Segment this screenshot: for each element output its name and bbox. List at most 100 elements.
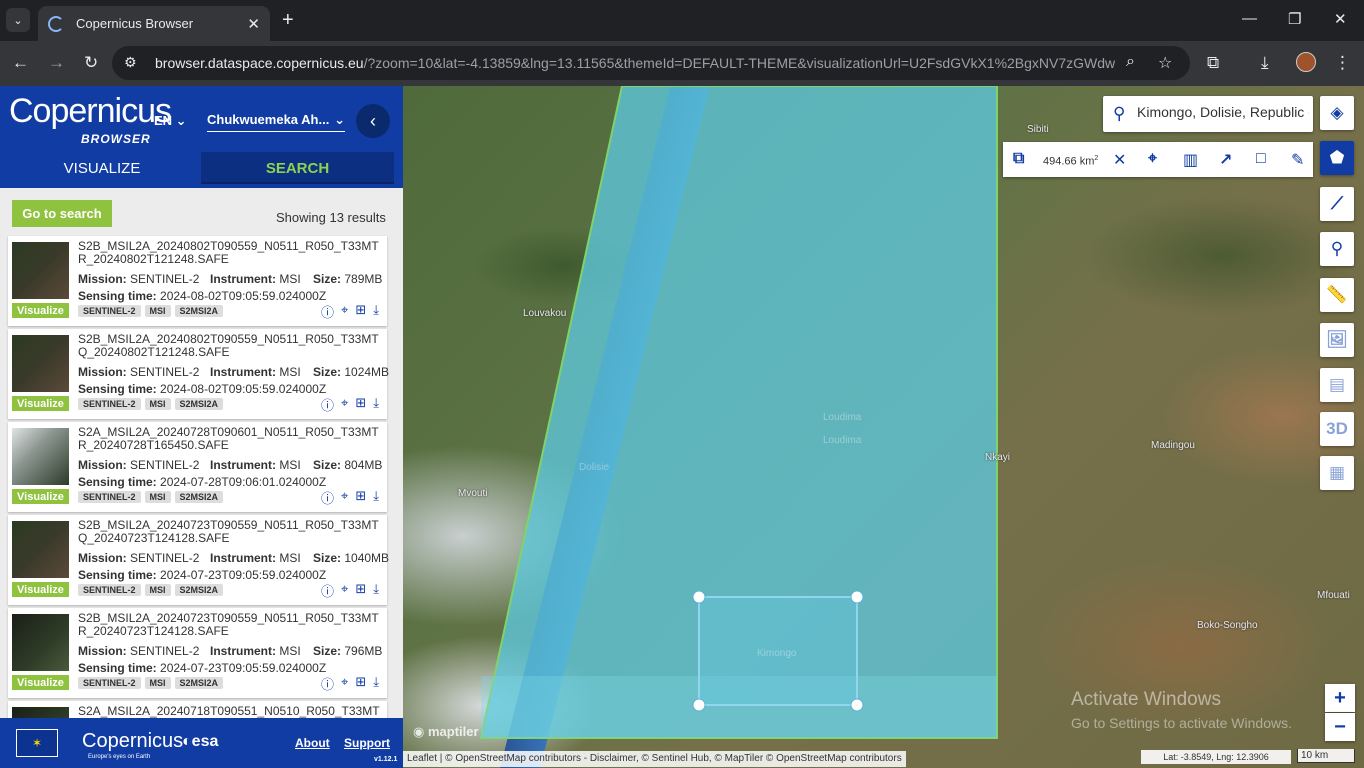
info-icon[interactable]: ⓘ — [321, 674, 334, 693]
user-menu[interactable]: Chukwuemeka Ah... ⌄ — [207, 112, 345, 132]
download-product-icon[interactable]: ⤓ — [373, 674, 379, 693]
extensions-icon[interactable]: ⧉ — [1207, 53, 1219, 73]
result-thumbnail[interactable] — [12, 614, 69, 671]
support-link[interactable]: Support — [344, 736, 390, 750]
result-thumbnail[interactable] — [12, 707, 69, 718]
site-info-icon[interactable]: ⚙ — [124, 54, 142, 72]
info-icon[interactable]: ⓘ — [321, 581, 334, 600]
result-tags: SENTINEL-2 MSI S2MSI2A — [78, 305, 224, 317]
poi-marker-icon[interactable]: ⚲ — [1320, 232, 1354, 266]
zoom-to-tile-icon[interactable]: ⌖ — [341, 674, 348, 693]
download-product-icon[interactable]: ⤓ — [373, 302, 379, 321]
add-to-workspace-icon[interactable]: ⊞ — [355, 302, 366, 321]
zoom-to-tile-icon[interactable]: ⌖ — [341, 488, 348, 507]
zoom-out-button[interactable]: − — [1325, 713, 1355, 741]
location-search-input[interactable] — [1137, 104, 1309, 120]
result-actions: ⓘ ⌖ ⊞ ⤓ — [321, 395, 379, 414]
visualize-button[interactable]: Visualize — [12, 582, 69, 597]
close-tab-icon[interactable]: ✕ — [247, 15, 260, 33]
zoom-to-tile-icon[interactable]: ⌖ — [341, 302, 348, 321]
new-tab-button[interactable]: + — [282, 9, 294, 31]
result-meta: Size: 1024MB — [313, 365, 390, 379]
menu-icon[interactable]: ⋮ — [1334, 53, 1351, 73]
edit-pencil-icon[interactable]: ✎ — [1291, 150, 1304, 170]
map-label: Loudima — [823, 412, 862, 423]
result-card[interactable]: S2A_MSIL2A_20240728T090601_N0511_R050_T3… — [8, 422, 387, 512]
info-icon[interactable]: ⓘ — [321, 395, 334, 414]
download-product-icon[interactable]: ⤓ — [373, 488, 379, 507]
tab-search-button[interactable]: ⌄ — [6, 8, 30, 32]
close-window-icon[interactable]: ✕ — [1334, 10, 1347, 28]
language-select[interactable]: EN ⌄ — [154, 113, 187, 129]
zoom-icon[interactable]: ⌕ — [1126, 53, 1135, 71]
result-meta: Instrument: MSI — [210, 365, 301, 379]
timelapse-icon[interactable]: ▤ — [1320, 368, 1354, 402]
browser-tab[interactable]: Copernicus Browser ✕ — [38, 6, 270, 41]
add-to-workspace-icon[interactable]: ⊞ — [355, 581, 366, 600]
zoom-to-tile-icon[interactable]: ⌖ — [341, 395, 348, 414]
copy-icon[interactable]: ⧉ — [1013, 150, 1024, 168]
visualize-button[interactable]: Visualize — [12, 303, 69, 318]
histogram-icon[interactable]: ▦ — [1320, 456, 1354, 490]
result-card[interactable]: S2B_MSIL2A_20240802T090559_N0511_R050_T3… — [8, 236, 387, 326]
clear-aoi-icon[interactable]: ✕ — [1113, 150, 1126, 170]
visualize-button[interactable]: Visualize — [12, 675, 69, 690]
profile-avatar[interactable] — [1296, 52, 1316, 72]
zoom-to-tile-icon[interactable]: ⌖ — [341, 581, 348, 600]
map-label: Madingou — [1151, 440, 1195, 451]
layers-icon[interactable]: ◈ — [1320, 96, 1354, 130]
download-product-icon[interactable]: ⤓ — [373, 395, 379, 414]
reload-icon[interactable]: ↻ — [84, 53, 98, 73]
info-icon[interactable]: ⓘ — [321, 488, 334, 507]
url-text[interactable]: browser.dataspace.copernicus.eu/?zoom=10… — [155, 55, 1115, 71]
minimize-icon[interactable]: — — [1242, 10, 1257, 27]
ruler-icon[interactable]: 📏 — [1320, 278, 1354, 312]
back-icon[interactable]: ← — [12, 53, 29, 73]
download-icon[interactable]: ⤓ — [1261, 53, 1269, 73]
about-link[interactable]: About — [295, 736, 330, 750]
info-icon[interactable]: ⓘ — [321, 302, 334, 321]
result-thumbnail[interactable] — [12, 521, 69, 578]
result-thumbnail[interactable] — [12, 242, 69, 299]
result-tag: S2MSI2A — [174, 677, 224, 689]
polygon-aoi-icon[interactable]: ⬟ — [1320, 141, 1354, 175]
visualize-button[interactable]: Visualize — [12, 489, 69, 504]
browser-tab-bar: ⌄ Copernicus Browser ✕ + — ❐ ✕ — [0, 0, 1364, 41]
result-card[interactable]: S2B_MSIL2A_20240802T090559_N0511_R050_T3… — [8, 329, 390, 419]
result-card[interactable]: S2B_MSIL2A_20240723T090559_N0511_R050_T3… — [8, 515, 389, 605]
esa-logo[interactable]: ◐esa — [182, 733, 218, 751]
result-meta: Mission: SENTINEL-2 — [78, 551, 200, 565]
tab-search[interactable]: SEARCH — [201, 152, 394, 184]
result-tag: MSI — [144, 398, 171, 410]
result-card[interactable]: S2A_MSIL2A_20240718T090551_N0510_R050_T3… — [8, 701, 387, 718]
visualize-button[interactable]: Visualize — [12, 396, 69, 411]
image-download-icon[interactable]: 🖼 — [1320, 323, 1354, 357]
add-to-workspace-icon[interactable]: ⊞ — [355, 488, 366, 507]
bookmark-star-icon[interactable]: ☆ — [1158, 53, 1172, 73]
go-to-search-button[interactable]: Go to search — [12, 200, 112, 227]
timeseries-icon[interactable]: ↗ — [1219, 150, 1232, 170]
tab-visualize[interactable]: VISUALIZE — [12, 152, 192, 184]
add-to-workspace-icon[interactable]: ⊞ — [355, 674, 366, 693]
result-title: S2B_MSIL2A_20240723T090559_N0511_R050_T3… — [78, 611, 379, 638]
result-card[interactable]: S2B_MSIL2A_20240723T090559_N0511_R050_T3… — [8, 608, 387, 698]
location-search[interactable]: ⚲ — [1103, 96, 1313, 132]
center-aoi-icon[interactable]: ⌖ — [1148, 150, 1157, 168]
forward-icon[interactable]: → — [48, 53, 65, 73]
restore-icon[interactable]: ❐ — [1288, 10, 1301, 28]
measure-line-icon[interactable]: ⟋ — [1320, 187, 1354, 221]
result-thumbnail[interactable] — [12, 335, 69, 392]
map-attribution[interactable]: Leaflet | © OpenStreetMap contributors -… — [403, 751, 906, 767]
collapse-sidebar-button[interactable]: ‹ — [356, 104, 390, 138]
zoom-in-button[interactable]: + — [1325, 684, 1355, 712]
3d-button[interactable]: 3D — [1320, 412, 1354, 446]
copernicus-footer-logo[interactable]: Copernicus Europe's eyes on Earth — [82, 730, 183, 760]
download-product-icon[interactable]: ⤓ — [373, 581, 379, 600]
rectangle-icon[interactable]: □ — [1256, 150, 1266, 168]
address-bar[interactable]: ⚙ browser.dataspace.copernicus.eu/?zoom=… — [112, 46, 1190, 80]
map-view[interactable]: Louvakou Loudima Loudima Dolisie Mvouti … — [403, 86, 1364, 768]
result-thumbnail[interactable] — [12, 428, 69, 485]
add-to-workspace-icon[interactable]: ⊞ — [355, 395, 366, 414]
sidebar-footer: ✶ Copernicus Europe's eyes on Earth ◐esa … — [0, 718, 403, 768]
statistics-icon[interactable]: ▥ — [1183, 150, 1198, 170]
